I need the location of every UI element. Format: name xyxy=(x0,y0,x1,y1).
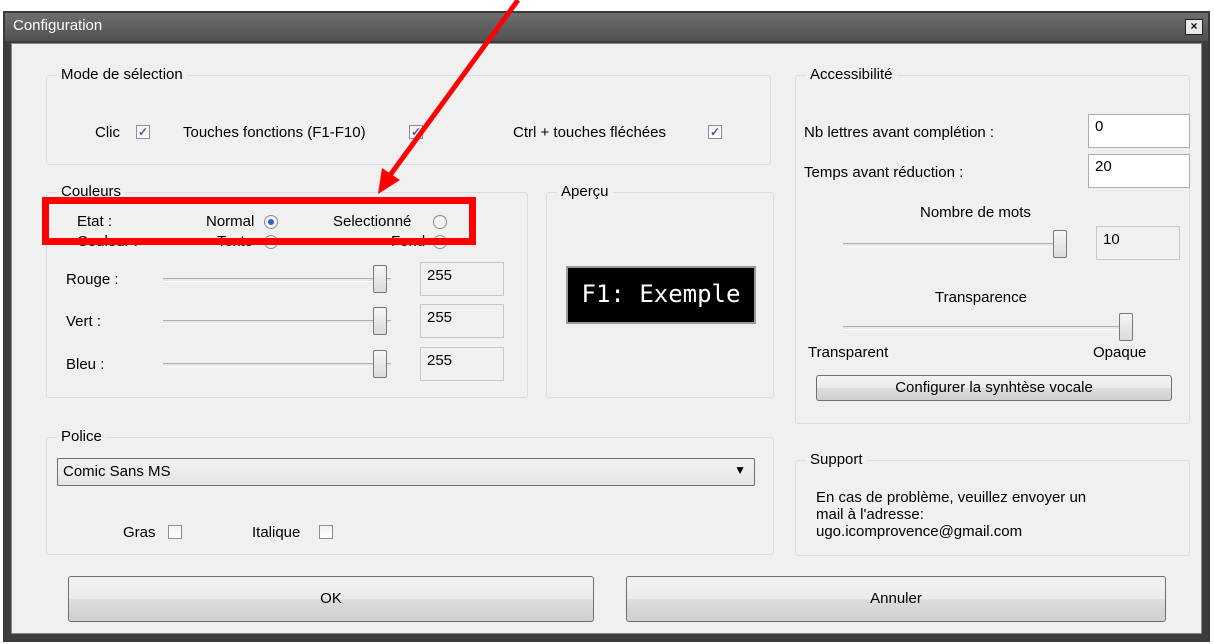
annotation-arrow xyxy=(378,0,521,194)
annotation-arrow-line xyxy=(385,0,521,180)
annotation-arrow-head xyxy=(378,168,400,194)
